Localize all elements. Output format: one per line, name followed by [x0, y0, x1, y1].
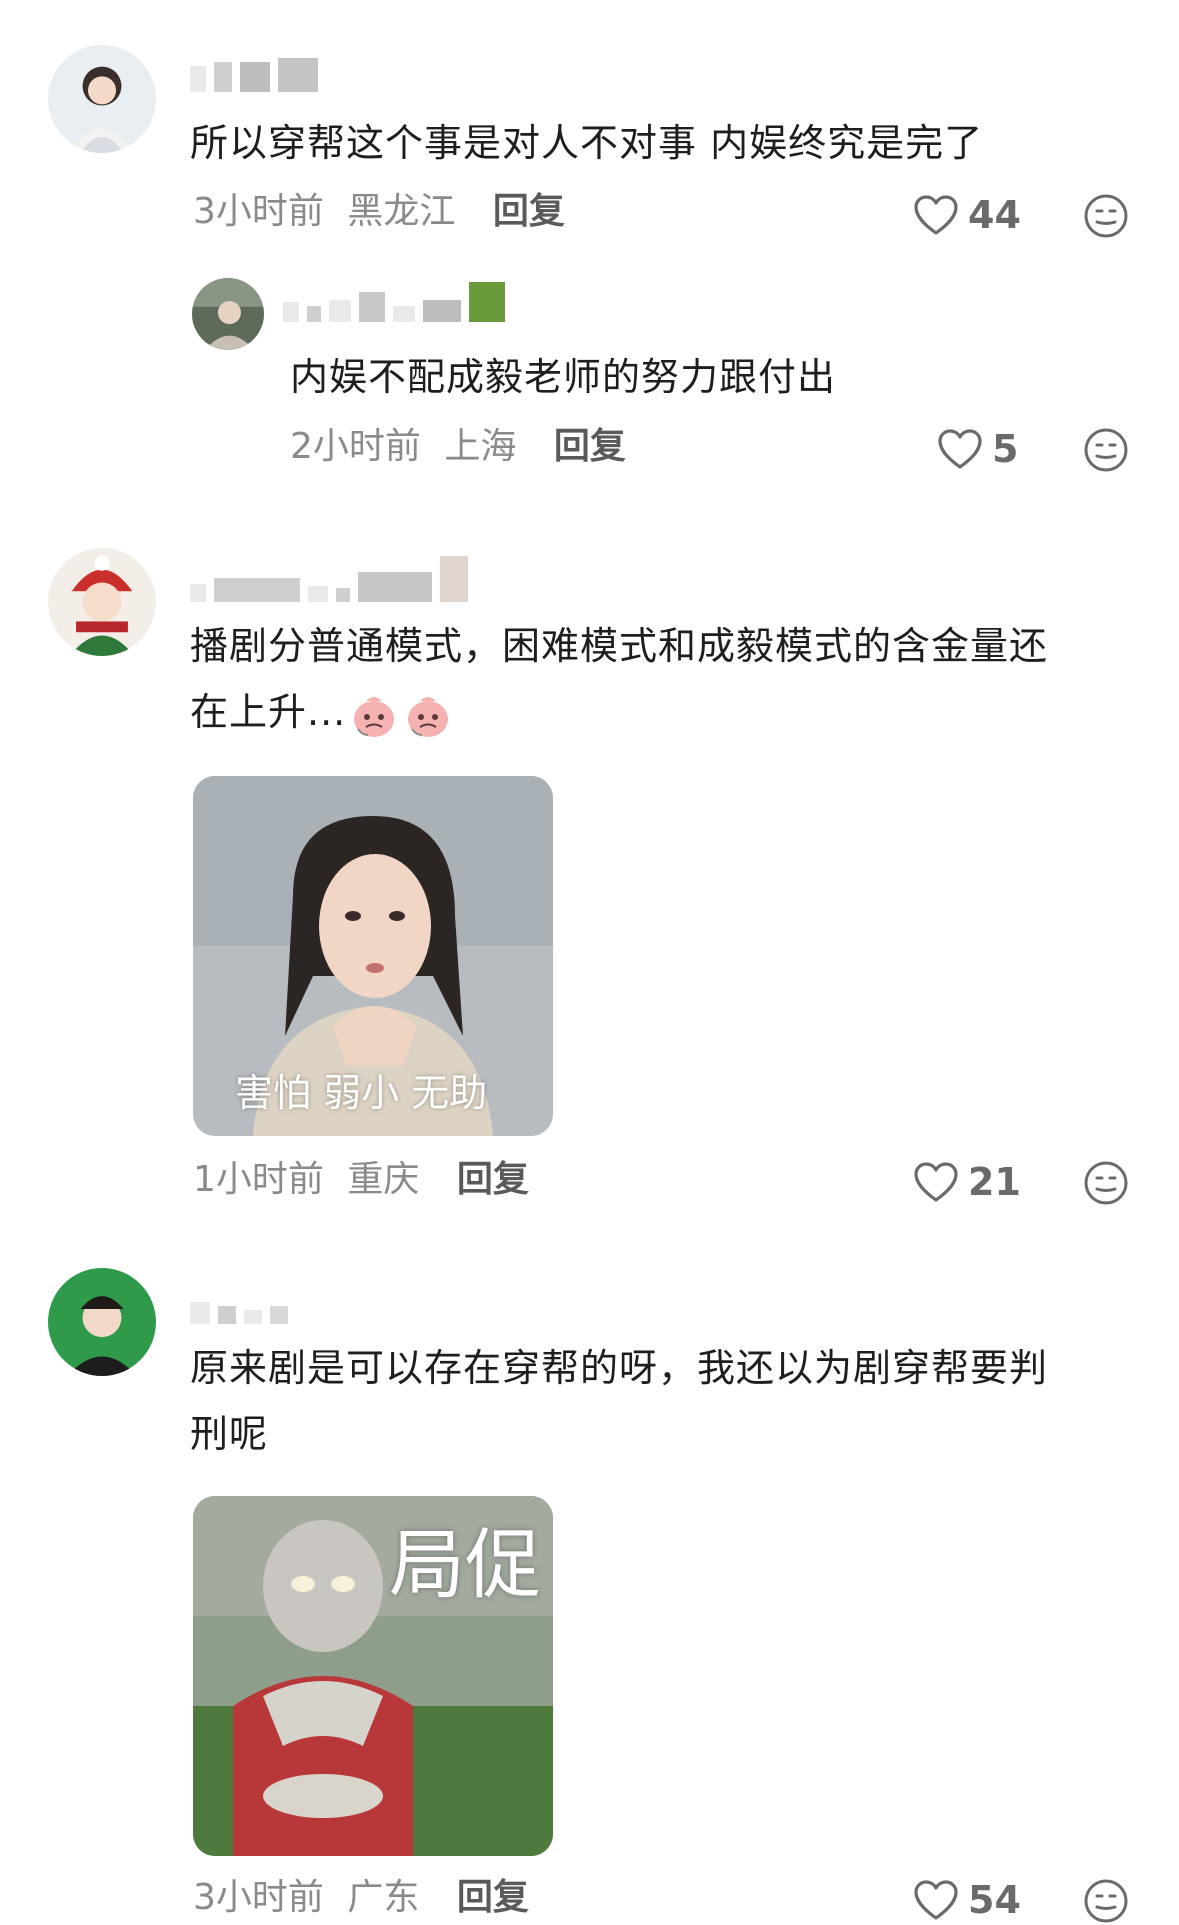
comment-text-line-2: 刑呢	[190, 1412, 269, 1456]
avatar[interactable]	[48, 45, 156, 153]
username-masked[interactable]	[190, 556, 468, 602]
username-masked[interactable]	[190, 1282, 288, 1324]
comment-text-line-1: 播剧分普通模式，困难模式和成毅模式的含金量还	[190, 624, 1049, 668]
reply-time: 2小时前	[290, 426, 421, 467]
like-count: 54	[968, 1878, 1021, 1922]
crying-bun-emoji-icon	[408, 696, 449, 737]
like-count: 5	[992, 427, 1019, 471]
username-masked[interactable]	[283, 280, 505, 322]
comment-location: 广东	[347, 1877, 420, 1918]
comment-location: 重庆	[347, 1159, 420, 1200]
comment-meta: 1小时前 重庆 回复	[193, 1158, 529, 1202]
reply-meta: 2小时前 上海 回复	[290, 425, 626, 469]
heart-outline-icon	[914, 1162, 958, 1202]
crying-bun-emoji-icon	[354, 696, 395, 737]
reply-text: 内娱不配成毅老师的努力跟付出	[290, 355, 837, 399]
comment-time: 1小时前	[193, 1159, 324, 1200]
comment-location: 黑龙江	[347, 191, 456, 232]
like-button[interactable]: 54	[912, 1875, 1021, 1925]
sticker-image[interactable]: 害怕 弱小 无助	[193, 776, 553, 1136]
comment-meta: 3小时前 广东 回复	[193, 1876, 529, 1920]
heart-outline-icon	[914, 1880, 958, 1920]
avatar[interactable]	[48, 548, 156, 656]
sticker-caption: 害怕 弱小 无助	[235, 1071, 488, 1115]
smiley-face-icon[interactable]	[1082, 192, 1130, 240]
avatar[interactable]	[48, 1268, 156, 1376]
like-button[interactable]: 44	[912, 190, 1021, 240]
reply-location: 上海	[444, 426, 517, 467]
like-button[interactable]: 5	[936, 424, 1018, 474]
reply-button[interactable]: 回复	[457, 1159, 529, 1200]
comment-text-line-1: 原来剧是可以存在穿帮的呀，我还以为剧穿帮要判	[190, 1346, 1049, 1390]
like-count: 44	[968, 193, 1021, 237]
smiley-face-icon[interactable]	[1082, 1877, 1130, 1925]
comment-time: 3小时前	[193, 191, 324, 232]
reply-button[interactable]: 回复	[554, 426, 626, 467]
like-button[interactable]: 21	[912, 1157, 1021, 1207]
comment-meta: 3小时前 黑龙江 回复	[193, 190, 565, 234]
reply-button[interactable]: 回复	[457, 1877, 529, 1918]
heart-outline-icon	[938, 429, 982, 469]
sticker-image[interactable]: 局促	[193, 1496, 553, 1856]
heart-outline-icon	[914, 195, 958, 235]
like-count: 21	[968, 1160, 1021, 1204]
comment-text-line-2: 在上升...	[190, 680, 454, 744]
comment-time: 3小时前	[193, 1877, 324, 1918]
smiley-face-icon[interactable]	[1082, 1159, 1130, 1207]
reply-button[interactable]: 回复	[493, 191, 565, 232]
sticker-caption: 局促	[389, 1520, 541, 1609]
username-masked[interactable]	[190, 50, 318, 92]
smiley-face-icon[interactable]	[1082, 426, 1130, 474]
avatar[interactable]	[192, 278, 264, 350]
comment-text: 所以穿帮这个事是对人不对事 内娱终究是完了	[190, 121, 984, 165]
comment-text-line-2-text: 在上升...	[190, 690, 347, 734]
